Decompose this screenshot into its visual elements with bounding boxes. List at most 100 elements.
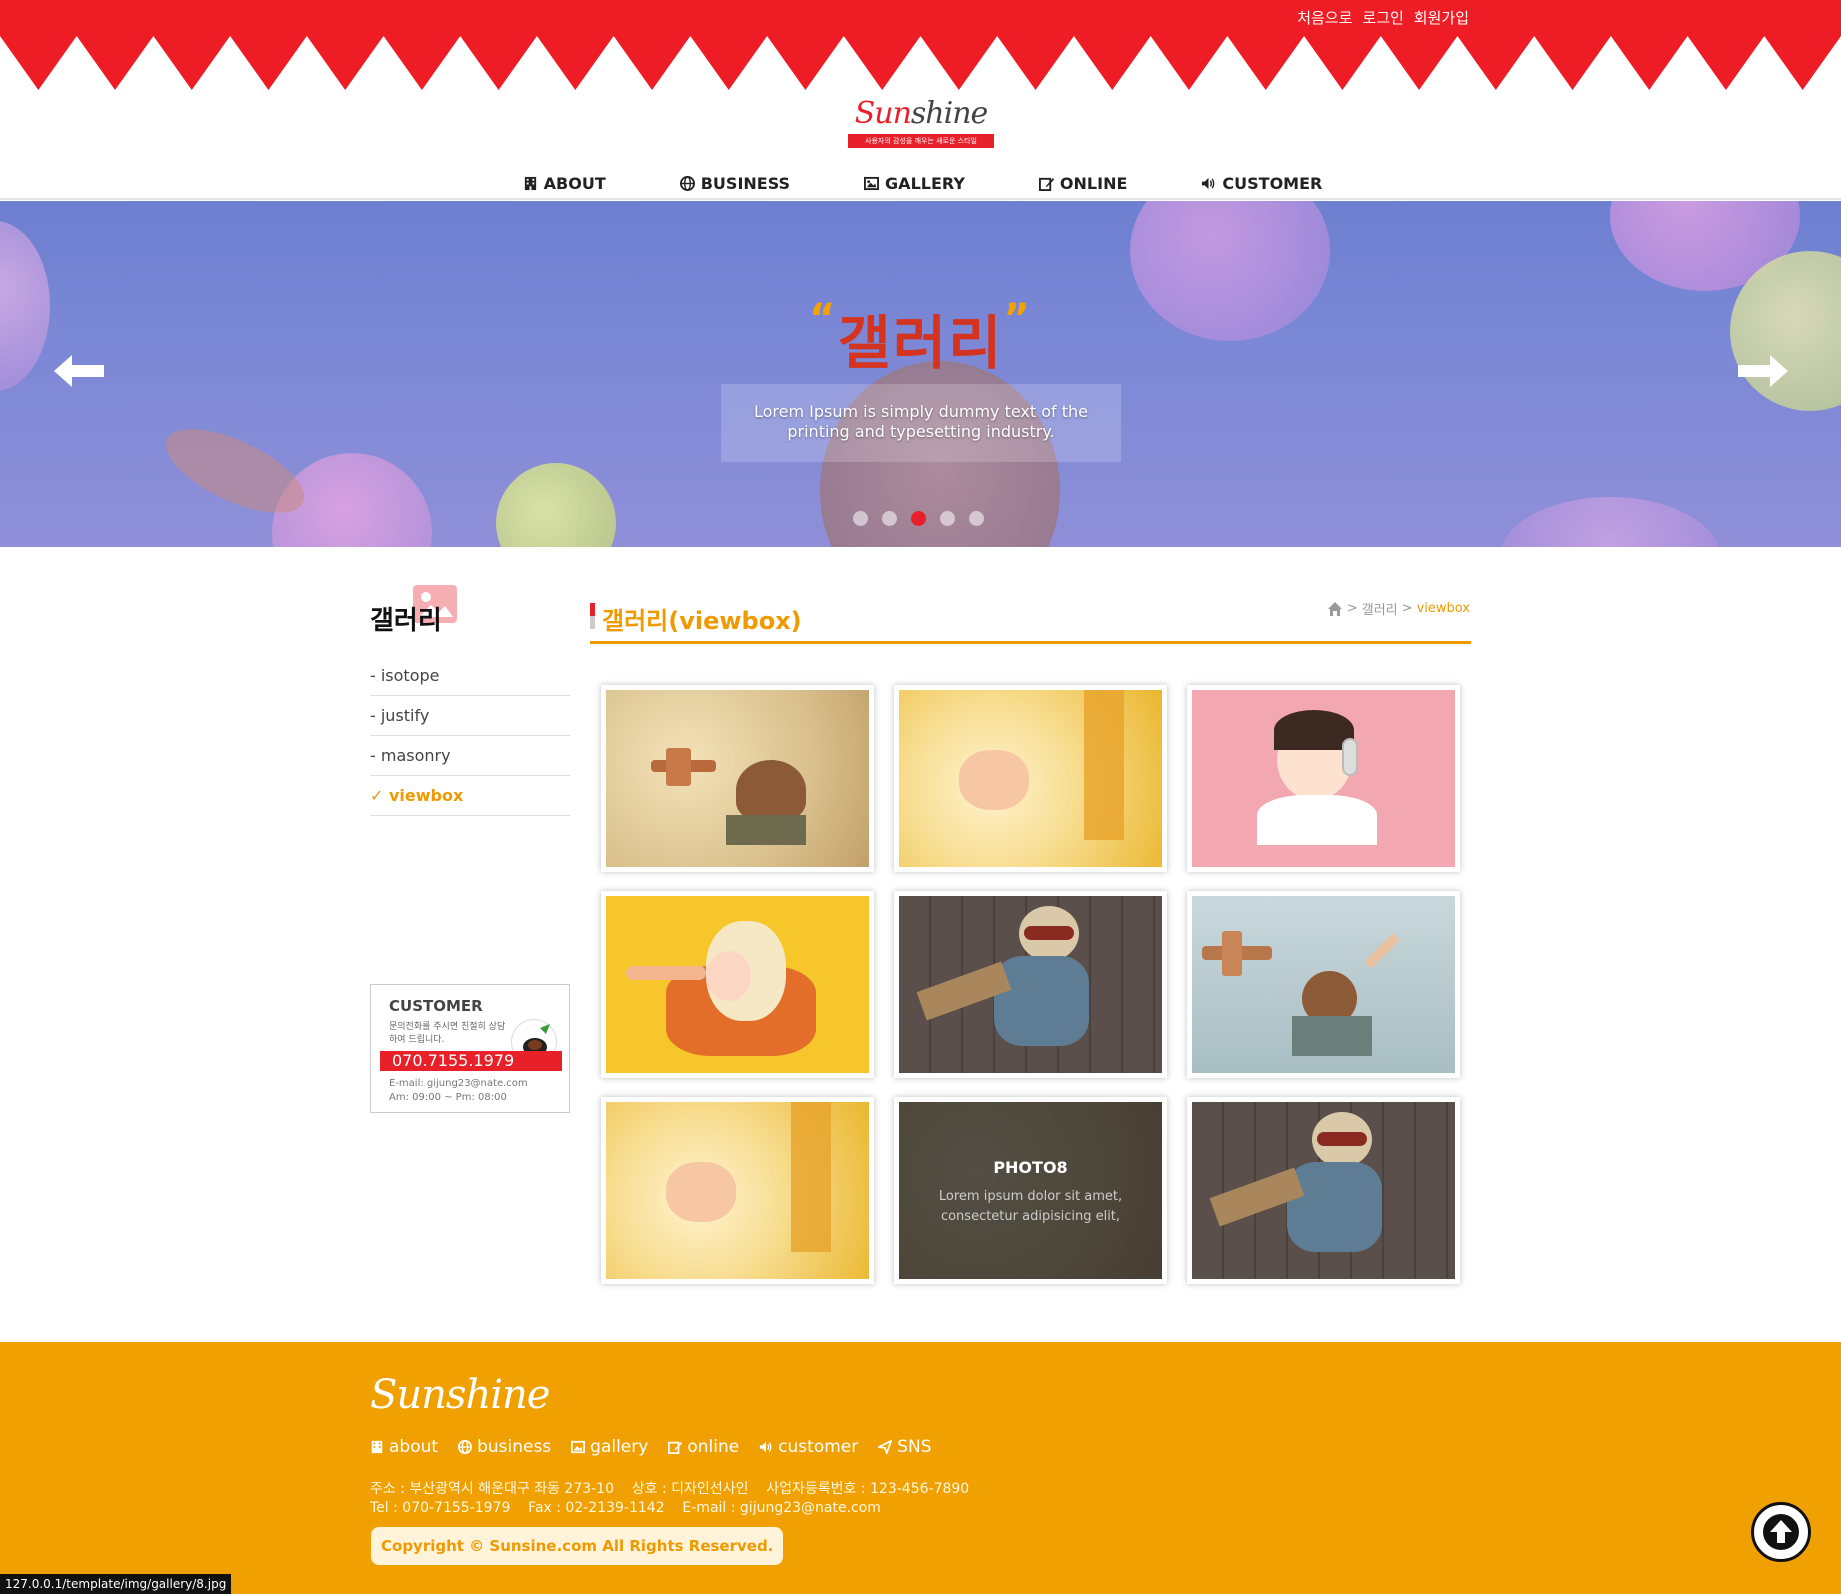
logo-word-b: shine	[910, 96, 988, 131]
nav-online-label: ONLINE	[1059, 173, 1128, 193]
prev-arrow-icon[interactable]	[52, 351, 108, 391]
sidebar-item-justify[interactable]: - justify	[370, 696, 570, 736]
customer-email: E-mail: gijung23@nate.com	[389, 1078, 528, 1089]
footer-link-label: business	[477, 1437, 552, 1457]
footer-link-label: about	[389, 1437, 439, 1457]
nav-online[interactable]: ONLINE	[1038, 166, 1128, 200]
link-join[interactable]: 회원가입	[1414, 7, 1469, 28]
hero-title-text: 갤러리	[837, 309, 1004, 377]
hero-bubble	[496, 463, 616, 547]
footer-address: 주소 : 부산광역시 해운대구 좌동 273-10 상호 : 디자인선사인 사업…	[370, 1481, 970, 1497]
slide-dot[interactable]	[969, 511, 984, 526]
nav-business[interactable]: BUSINESS	[679, 166, 790, 200]
gallery-photo	[1192, 690, 1455, 867]
sidebar-item-masonry[interactable]: - masonry	[370, 736, 570, 776]
customer-contact: E-mail: gijung23@nate.com Am: 09:00 ~ Pm…	[389, 1077, 528, 1105]
footer-link-customer[interactable]: customer	[759, 1437, 858, 1457]
sidebar-item-viewbox[interactable]: ✓ viewbox	[370, 776, 570, 816]
footer-link-about[interactable]: about	[370, 1437, 438, 1457]
hero-caption: Lorem Ipsum is simply dummy text of the …	[721, 384, 1121, 462]
gallery-item[interactable]	[1187, 891, 1460, 1078]
breadcrumb-sep: >	[1401, 601, 1413, 616]
speaker-icon	[760, 1441, 772, 1453]
slide-dot[interactable]	[853, 511, 868, 526]
hero-slider: “갤러리” Lorem Ipsum is simply dummy text o…	[0, 201, 1841, 547]
edit-icon	[1038, 177, 1054, 191]
gallery-photo	[899, 896, 1162, 1073]
slide-dot[interactable]	[911, 511, 926, 526]
gallery-photo	[1192, 1102, 1455, 1279]
logo-word-a: Sun	[854, 96, 912, 131]
gallery-item[interactable]	[1187, 685, 1460, 872]
hero-title: “갤러리”	[0, 296, 1841, 380]
building-icon	[371, 1440, 383, 1454]
nav-about[interactable]: ABOUT	[523, 166, 606, 200]
nav-about-label: ABOUT	[543, 173, 606, 193]
photo-overlay: PHOTO8 Lorem ipsum dolor sit amet, conse…	[899, 1102, 1162, 1279]
gallery-photo	[1192, 896, 1455, 1073]
customer-banner[interactable]: CUSTOMER 문의전화를 주시면 친절히 상담하여 드립니다. 070.71…	[370, 984, 570, 1113]
photo-title: PHOTO8	[993, 1158, 1068, 1177]
sidebar-title: 갤러리	[370, 606, 442, 636]
globe-icon	[458, 1440, 473, 1454]
gallery-item[interactable]	[601, 891, 874, 1078]
home-icon[interactable]	[1327, 601, 1343, 617]
image-icon	[571, 1440, 586, 1454]
customer-hours: Am: 09:00 ~ Pm: 08:00	[389, 1092, 507, 1103]
gallery-item-hover[interactable]: PHOTO8 Lorem ipsum dolor sit amet, conse…	[894, 1097, 1167, 1284]
hero-bubble	[1500, 497, 1720, 547]
footer-logo[interactable]: Sunshine	[370, 1372, 550, 1418]
copyright: Copyright © Sunsine.com All Rights Reser…	[371, 1527, 784, 1565]
gallery-photo	[606, 690, 869, 867]
footer-link-label: online	[687, 1437, 740, 1457]
footer: Sunshine about business gallery online c…	[0, 1342, 1841, 1594]
gallery-item[interactable]	[601, 685, 874, 872]
next-arrow-icon[interactable]	[1734, 351, 1790, 391]
footer-link-business[interactable]: business	[458, 1437, 551, 1457]
hero-close-quote: ”	[1003, 296, 1032, 342]
link-login[interactable]: 로그인	[1362, 7, 1403, 28]
image-icon	[864, 176, 880, 190]
slide-dot[interactable]	[940, 511, 955, 526]
breadcrumb-sep: >	[1346, 601, 1358, 616]
logo-tagline: 사용자의 감성을 깨우는 새로운 스타일	[848, 134, 994, 148]
top-zigzag-banner	[0, 0, 1841, 90]
gallery-item[interactable]	[894, 891, 1167, 1078]
breadcrumb-current: viewbox	[1416, 601, 1470, 616]
hero-open-quote: “	[809, 296, 838, 342]
speaker-icon	[1202, 177, 1215, 189]
sidebar-item-isotope[interactable]: - isotope	[370, 656, 570, 696]
slide-dot[interactable]	[882, 511, 897, 526]
nav-gallery-label: GALLERY	[885, 173, 965, 193]
breadcrumb-item[interactable]: 갤러리	[1362, 599, 1398, 618]
gallery-item[interactable]	[894, 685, 1167, 872]
footer-link-label: SNS	[897, 1437, 932, 1457]
nav-customer[interactable]: CUSTOMER	[1201, 166, 1322, 200]
title-underline	[590, 641, 1471, 644]
check-icon: ✓	[370, 786, 389, 805]
gallery-item[interactable]	[1187, 1097, 1460, 1284]
gallery-photo	[606, 896, 869, 1073]
customer-title: CUSTOMER	[389, 997, 483, 1015]
footer-link-online[interactable]: online	[668, 1437, 739, 1457]
sidebar-menu: - isotope - justify - masonry ✓ viewbox	[370, 656, 570, 816]
footer-link-label: gallery	[590, 1437, 649, 1457]
gallery-photo	[899, 690, 1162, 867]
photo-desc: Lorem ipsum dolor sit amet, consectetur …	[938, 1189, 1123, 1224]
breadcrumb: > 갤러리 > viewbox	[1327, 599, 1470, 618]
footer-link-label: customer	[778, 1437, 859, 1457]
globe-icon	[679, 175, 695, 191]
status-bar-url: 127.0.0.1/template/img/gallery/8.jpg	[0, 1574, 232, 1594]
link-home[interactable]: 처음으로	[1297, 7, 1352, 28]
nav-gallery[interactable]: GALLERY	[864, 166, 965, 200]
footer-contact: Tel : 070-7155-1979 Fax : 02-2139-1142 E…	[370, 1500, 881, 1516]
footer-info: 주소 : 부산광역시 해운대구 좌동 273-10 상호 : 디자인선사인 사업…	[370, 1480, 969, 1518]
scroll-top-button[interactable]	[1751, 1502, 1811, 1562]
main-nav: ABOUT BUSINESS GALLERY ONLINE CUSTOMER	[0, 166, 1841, 200]
site-logo[interactable]: Sunshine 사용자의 감성을 깨우는 새로운 스타일	[848, 96, 994, 152]
customer-desc: 문의전화를 주시면 친절히 상담하여 드립니다.	[389, 1022, 506, 1045]
gallery-item[interactable]	[601, 1097, 874, 1284]
top-links: 처음으로 로그인 회원가입	[1297, 7, 1469, 28]
footer-link-gallery[interactable]: gallery	[571, 1437, 648, 1457]
footer-link-sns[interactable]: SNS	[878, 1437, 932, 1457]
